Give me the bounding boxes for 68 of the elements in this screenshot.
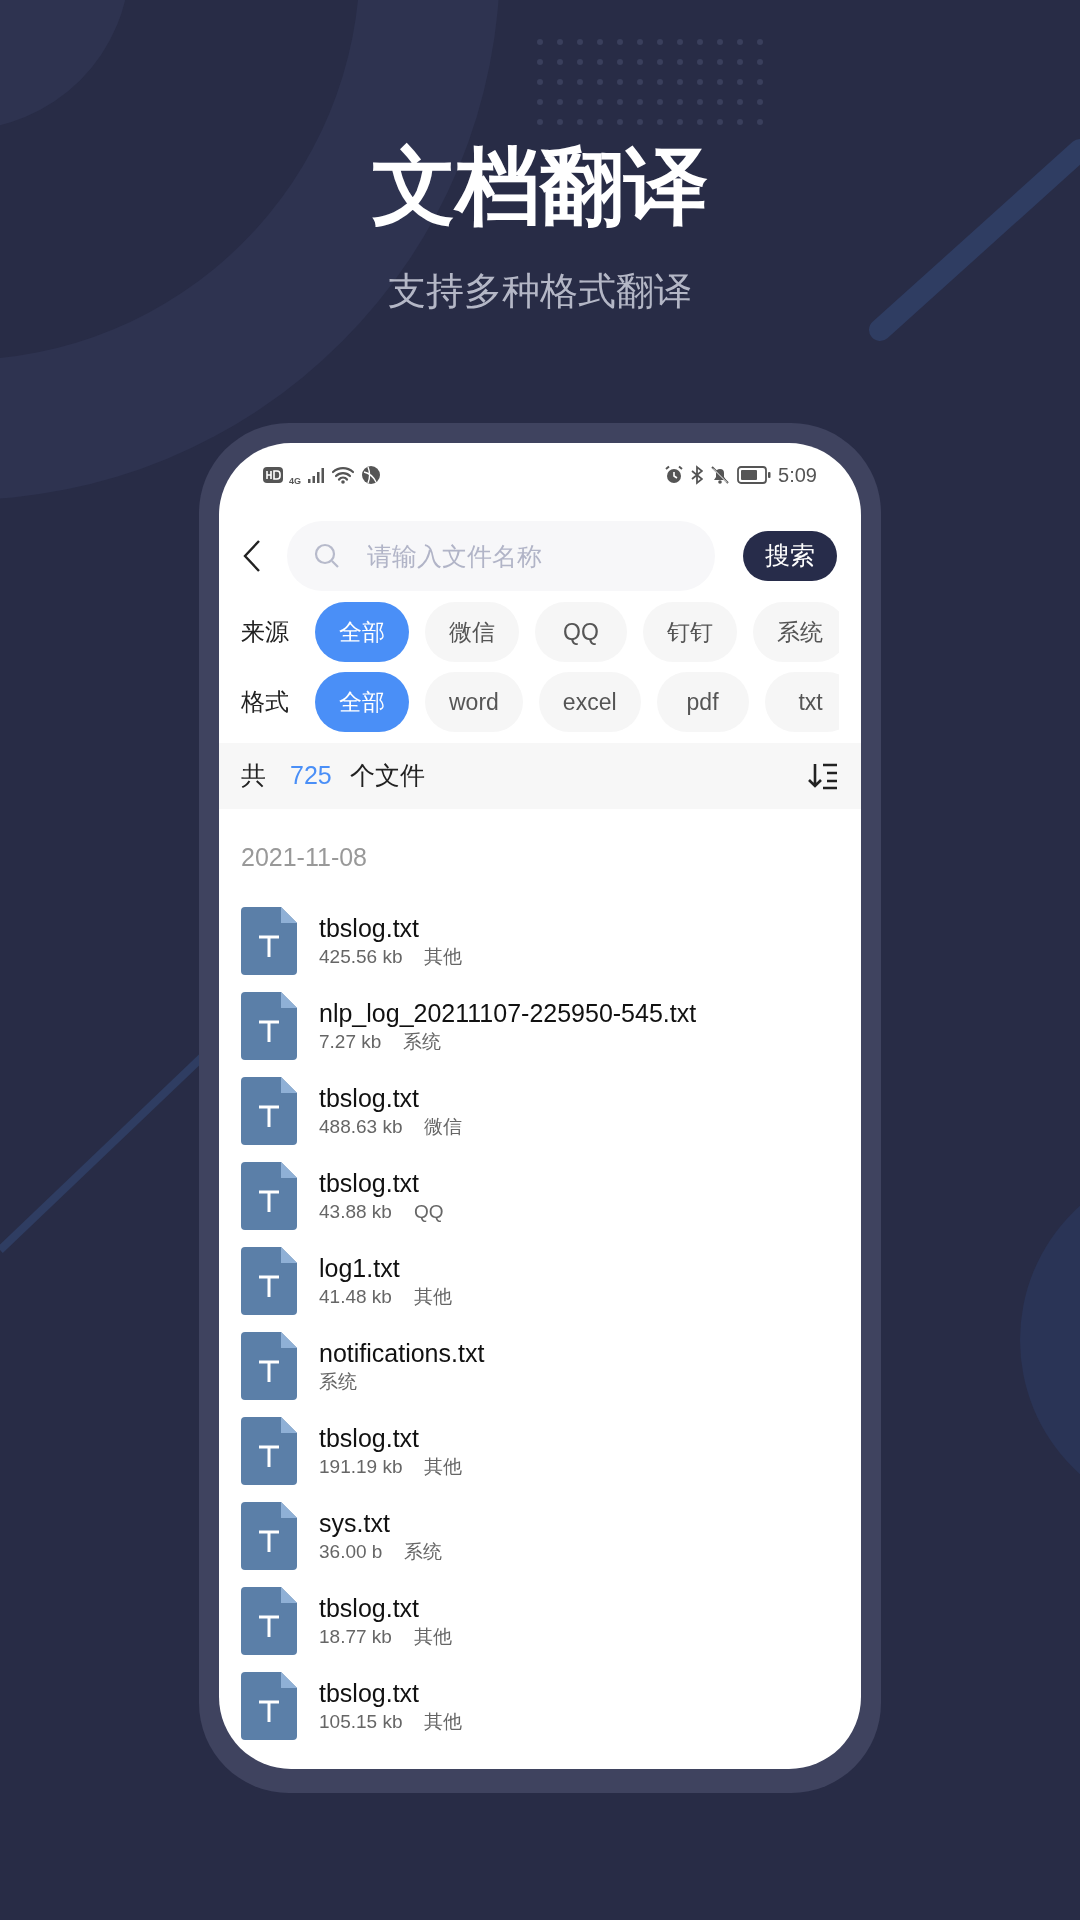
file-size: 425.56 kb: [319, 945, 403, 969]
text-file-icon: [241, 1502, 297, 1570]
file-name[interactable]: tbslog.txt: [319, 1422, 463, 1454]
file-source: QQ: [413, 1200, 444, 1224]
filter-label: 格式: [241, 687, 290, 717]
text-file-icon: [241, 1417, 297, 1485]
file-name[interactable]: sys.txt: [319, 1507, 443, 1539]
file-size: 43.88 kb: [319, 1200, 392, 1224]
signal-icon: [307, 466, 325, 484]
network-label: 4G: [289, 476, 301, 486]
file-source: 其他: [424, 1710, 463, 1734]
file-source: 系统: [403, 1030, 442, 1054]
filter-chip[interactable]: word: [425, 672, 523, 732]
clock-time: 5:09: [778, 463, 817, 488]
file-size: 488.63 kb: [319, 1115, 403, 1139]
filter-chip[interactable]: 钉钉: [643, 602, 737, 662]
file-name[interactable]: tbslog.txt: [319, 1592, 452, 1624]
headline: 文档翻译: [372, 138, 708, 234]
file-size: 105.15 kb: [319, 1710, 403, 1734]
file-size: 191.19 kb: [319, 1455, 403, 1479]
file-name[interactable]: tbslog.txt: [319, 1677, 463, 1709]
file-size: 36.00 b: [319, 1540, 383, 1564]
summary-prefix: 共: [241, 760, 266, 792]
file-name[interactable]: log1.txt: [319, 1252, 452, 1284]
bluetooth-icon: [691, 465, 704, 485]
file-name[interactable]: tbslog.txt: [319, 1167, 444, 1199]
text-file-icon: [241, 1587, 297, 1655]
date-heading: 2021-11-08: [240, 842, 369, 873]
globe-icon: [361, 465, 381, 485]
filter-chip[interactable]: 微信: [425, 602, 519, 662]
file-name[interactable]: nlp_log_20211107-225950-545.txt: [319, 997, 697, 1029]
text-file-icon: [241, 1077, 297, 1145]
filter-chip[interactable]: pdf: [656, 672, 749, 732]
search-field[interactable]: 请输入文件名称: [287, 521, 715, 591]
file-source: 系统: [404, 1540, 443, 1564]
file-size: 18.77 kb: [319, 1625, 392, 1649]
file-source: 其他: [413, 1625, 452, 1649]
summary-suffix: 个文件: [349, 760, 425, 792]
text-file-icon: [241, 907, 297, 975]
filter-chip[interactable]: txt: [764, 672, 839, 732]
file-source: 微信: [424, 1115, 463, 1139]
text-file-icon: [241, 992, 297, 1060]
filter-label: 来源: [241, 617, 290, 647]
file-name[interactable]: notifications.txt: [319, 1337, 485, 1369]
text-file-icon: [241, 1332, 297, 1400]
text-file-icon: [241, 1247, 297, 1315]
search-button[interactable]: 搜索: [743, 531, 837, 581]
file-source: 系统: [319, 1370, 357, 1394]
file-source: 其他: [424, 1455, 463, 1479]
search-icon: [313, 542, 341, 570]
battery-icon: [737, 466, 772, 484]
text-file-icon: [241, 1162, 297, 1230]
hd-icon: [263, 467, 283, 483]
filter-chip[interactable]: 系统: [753, 602, 839, 662]
wifi-icon: [331, 466, 355, 484]
filter-chip[interactable]: excel: [538, 672, 641, 732]
file-source: 其他: [424, 945, 463, 969]
file-count: 725: [290, 760, 332, 792]
file-name[interactable]: tbslog.txt: [319, 1082, 463, 1114]
file-name[interactable]: tbslog.txt: [319, 912, 463, 944]
filter-chip[interactable]: QQ: [535, 602, 627, 662]
subtitle: 支持多种格式翻译: [388, 269, 692, 314]
file-size: 7.27 kb: [319, 1030, 382, 1054]
text-file-icon: [241, 1672, 297, 1740]
file-source: 其他: [413, 1285, 452, 1309]
mute-bell-icon: [710, 465, 731, 485]
alarm-icon: [664, 465, 685, 485]
file-size: 41.48 kb: [319, 1285, 392, 1309]
